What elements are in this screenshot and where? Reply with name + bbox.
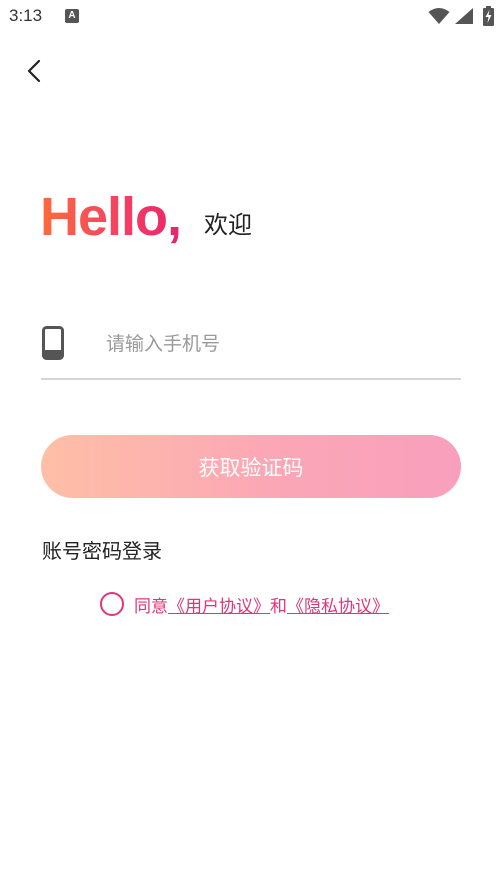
phone-input[interactable] [106,328,456,360]
wifi-icon [428,8,450,24]
hello-heading: Hello, [40,187,182,247]
notification-a-icon: A [65,9,79,23]
welcome-text: 欢迎 [204,211,252,239]
phone-input-underline [41,378,461,380]
user-agreement-link[interactable]: 《用户协议》 [168,592,270,617]
notification-a-letter: A [68,10,76,21]
back-button[interactable] [18,54,52,88]
agree-radio-button[interactable] [100,592,124,616]
get-code-button[interactable]: 获取验证码 [41,435,461,498]
and-text: 和 [270,596,287,617]
phone-icon [42,326,64,360]
status-time: 3:13 [9,6,43,25]
privacy-agreement-link[interactable]: 《隐私协议》 [287,592,389,617]
status-bar: 3:13 A [0,0,503,34]
password-login-link[interactable]: 账号密码登录 [42,535,162,564]
chevron-left-icon [27,59,41,83]
signal-icon [455,8,473,24]
agree-text: 同意 [134,596,168,617]
battery-icon [483,6,494,26]
agreement-row: 同意 《用户协议》 和 《隐私协议》 [100,591,389,617]
